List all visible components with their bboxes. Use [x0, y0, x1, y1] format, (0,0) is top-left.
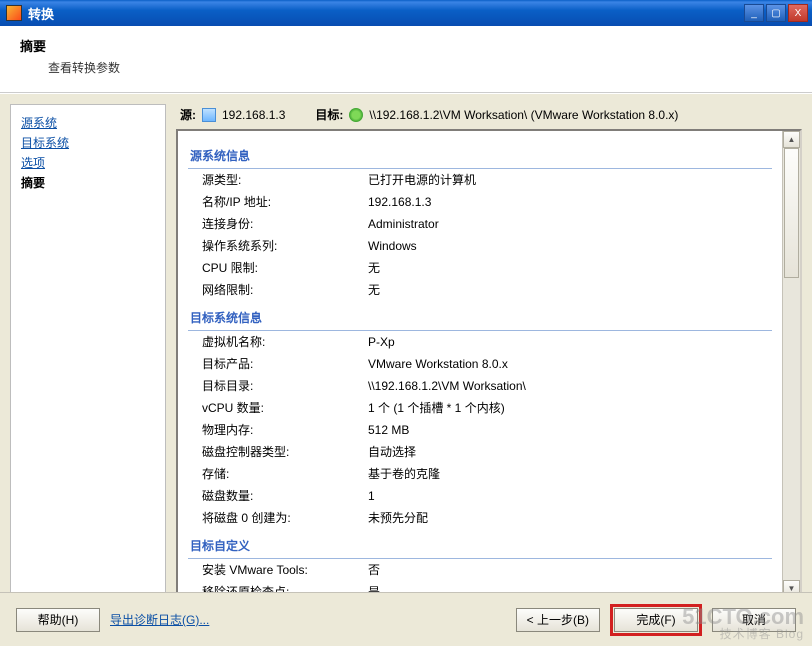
kv-label: 源类型: — [202, 171, 368, 189]
kv-label: 操作系统系列: — [202, 237, 368, 255]
kv-row: 安装 VMware Tools:否 — [188, 559, 772, 581]
window-title: 转换 — [28, 4, 54, 23]
scrollbar[interactable]: ▲ ▼ — [782, 131, 800, 597]
kv-label: 磁盘控制器类型: — [202, 443, 368, 461]
nav-item-summary: 摘要 — [21, 176, 45, 190]
kv-row: 网络限制:无 — [188, 279, 772, 301]
kv-label: 网络限制: — [202, 281, 368, 299]
src-value: 192.168.1.3 — [222, 108, 285, 122]
scroll-up-button[interactable]: ▲ — [783, 131, 800, 148]
kv-value: 基于卷的克隆 — [368, 465, 772, 483]
kv-row: 源类型:已打开电源的计算机 — [188, 169, 772, 191]
target-icon — [349, 108, 363, 122]
page-title: 摘要 — [20, 36, 792, 55]
kv-row: 目标目录:\\192.168.1.2\VM Worksation\ — [188, 375, 772, 397]
kv-value: 已打开电源的计算机 — [368, 171, 772, 189]
dst-label: 目标: — [315, 106, 343, 123]
section-header: 目标自定义 — [188, 533, 772, 559]
kv-label: vCPU 数量: — [202, 399, 368, 417]
kv-value: 未预先分配 — [368, 509, 772, 527]
app-icon — [6, 5, 22, 21]
kv-row: 存储:基于卷的克隆 — [188, 463, 772, 485]
section-header: 源系统信息 — [188, 143, 772, 169]
wizard-footer: 帮助(H) 导出诊断日志(G)... < 上一步(B) 完成(F) 取消 — [0, 592, 812, 646]
finish-button[interactable]: 完成(F) — [614, 608, 698, 632]
wizard-nav: 源系统 目标系统 选项 摘要 — [10, 104, 166, 599]
nav-item-options[interactable]: 选项 — [21, 153, 155, 173]
window-controls: _ ▢ X — [744, 4, 808, 22]
kv-value: VMware Workstation 8.0.x — [368, 355, 772, 373]
kv-row: 操作系统系列:Windows — [188, 235, 772, 257]
kv-value: Windows — [368, 237, 772, 255]
minimize-button[interactable]: _ — [744, 4, 764, 22]
kv-value: 无 — [368, 281, 772, 299]
kv-row: 目标产品:VMware Workstation 8.0.x — [188, 353, 772, 375]
kv-row: 连接身份:Administrator — [188, 213, 772, 235]
kv-label: 安装 VMware Tools: — [202, 561, 368, 579]
nav-item-target[interactable]: 目标系统 — [21, 133, 155, 153]
kv-label: 连接身份: — [202, 215, 368, 233]
help-button[interactable]: 帮助(H) — [16, 608, 100, 632]
kv-label: 将磁盘 0 创建为: — [202, 509, 368, 527]
section-header: 目标系统信息 — [188, 305, 772, 331]
dst-value: \\192.168.1.2\VM Worksation\ (VMware Wor… — [369, 108, 678, 122]
close-button[interactable]: X — [788, 4, 808, 22]
scroll-thumb[interactable] — [784, 148, 799, 278]
maximize-button[interactable]: ▢ — [766, 4, 786, 22]
kv-value: P-Xp — [368, 333, 772, 351]
kv-label: 目标目录: — [202, 377, 368, 395]
finish-highlight: 完成(F) — [610, 604, 702, 636]
kv-label: 磁盘数量: — [202, 487, 368, 505]
kv-row: 名称/IP 地址:192.168.1.3 — [188, 191, 772, 213]
wizard-body: 源系统 目标系统 选项 摘要 源: 192.168.1.3 目标: \\192.… — [0, 93, 812, 599]
kv-label: 名称/IP 地址: — [202, 193, 368, 211]
nav-item-source[interactable]: 源系统 — [21, 113, 155, 133]
kv-row: 磁盘数量:1 — [188, 485, 772, 507]
kv-row: 虚拟机名称:P-Xp — [188, 331, 772, 353]
kv-label: 目标产品: — [202, 355, 368, 373]
kv-value: 512 MB — [368, 421, 772, 439]
cancel-button[interactable]: 取消 — [712, 608, 796, 632]
kv-value: 自动选择 — [368, 443, 772, 461]
kv-value: 1 个 (1 个插槽 * 1 个内核) — [368, 399, 772, 417]
source-target-line: 源: 192.168.1.3 目标: \\192.168.1.2\VM Work… — [176, 104, 802, 129]
detail-panel: 源: 192.168.1.3 目标: \\192.168.1.2\VM Work… — [176, 104, 802, 599]
back-button[interactable]: < 上一步(B) — [516, 608, 600, 632]
kv-row: 将磁盘 0 创建为:未预先分配 — [188, 507, 772, 529]
kv-value: \\192.168.1.2\VM Worksation\ — [368, 377, 772, 395]
kv-label: 物理内存: — [202, 421, 368, 439]
kv-row: 磁盘控制器类型:自动选择 — [188, 441, 772, 463]
kv-value: 192.168.1.3 — [368, 193, 772, 211]
kv-row: vCPU 数量:1 个 (1 个插槽 * 1 个内核) — [188, 397, 772, 419]
src-label: 源: — [180, 106, 196, 123]
kv-row: 物理内存:512 MB — [188, 419, 772, 441]
titlebar: 转换 _ ▢ X — [0, 0, 812, 26]
kv-value: 无 — [368, 259, 772, 277]
export-log-link[interactable]: 导出诊断日志(G)... — [110, 611, 209, 628]
kv-value: 1 — [368, 487, 772, 505]
summary-scroll[interactable]: 源系统信息源类型:已打开电源的计算机名称/IP 地址:192.168.1.3连接… — [178, 131, 782, 597]
page-subtitle: 查看转换参数 — [20, 59, 792, 76]
kv-value: Administrator — [368, 215, 772, 233]
kv-value: 否 — [368, 561, 772, 579]
summary-box: 源系统信息源类型:已打开电源的计算机名称/IP 地址:192.168.1.3连接… — [176, 129, 802, 599]
wizard-header: 摘要 查看转换参数 — [0, 26, 812, 93]
kv-label: CPU 限制: — [202, 259, 368, 277]
computer-icon — [202, 108, 216, 122]
kv-label: 存储: — [202, 465, 368, 483]
kv-label: 虚拟机名称: — [202, 333, 368, 351]
kv-row: CPU 限制:无 — [188, 257, 772, 279]
